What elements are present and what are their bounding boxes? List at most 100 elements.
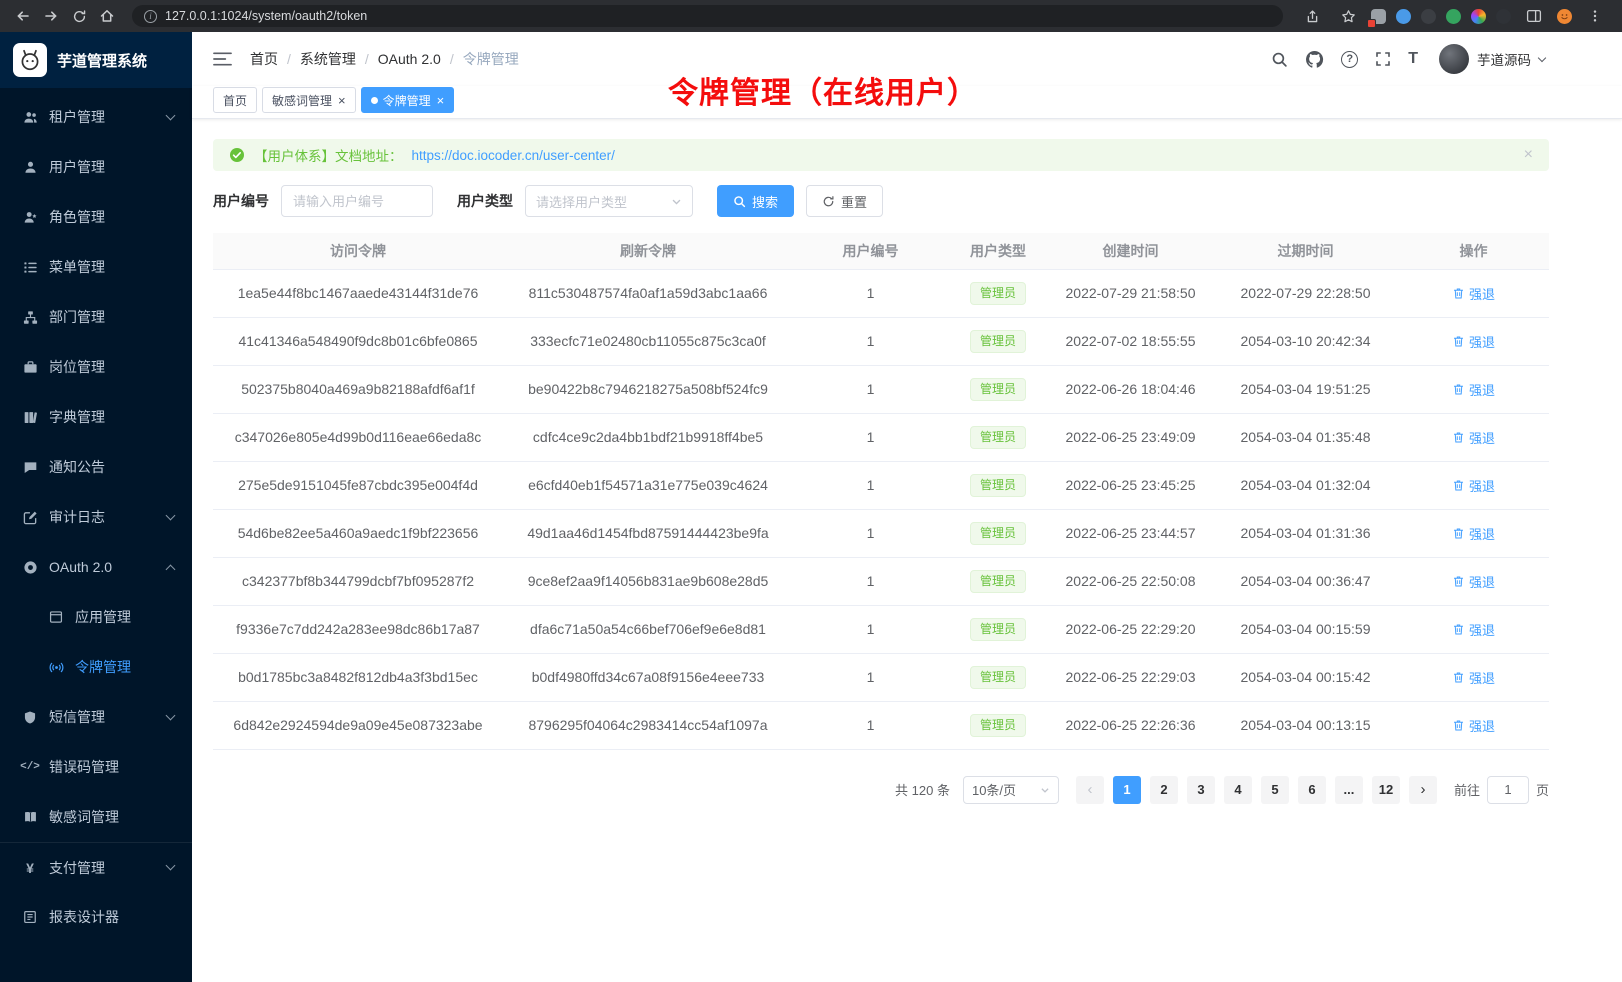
github-icon[interactable] (1305, 50, 1324, 69)
force-logout-button[interactable]: 强退 (1452, 620, 1495, 639)
force-logout-button[interactable]: 强退 (1452, 332, 1495, 351)
app-window-icon (48, 610, 64, 624)
col-expire-time: 过期时间 (1213, 233, 1398, 269)
extension-gray-icon[interactable] (1496, 9, 1511, 24)
force-logout-button[interactable]: 强退 (1452, 284, 1495, 303)
force-logout-label: 强退 (1469, 620, 1495, 639)
next-page-button[interactable]: › (1409, 776, 1437, 804)
table-header-row: 访问令牌 刷新令牌 用户编号 用户类型 创建时间 过期时间 操作 (213, 233, 1549, 269)
alert-close-icon[interactable]: × (1524, 147, 1533, 163)
tab-label: 首页 (223, 92, 247, 109)
tab-sensitive-word[interactable]: 敏感词管理 × (262, 87, 356, 113)
breadcrumb: 首页 / 系统管理 / OAuth 2.0 / 令牌管理 (250, 49, 519, 69)
sidebar-item-label: 支付管理 (49, 858, 156, 878)
force-logout-button[interactable]: 强退 (1452, 428, 1495, 447)
breadcrumb-home[interactable]: 首页 (250, 49, 278, 69)
user-id-input[interactable] (281, 185, 433, 217)
reset-button[interactable]: 重置 (806, 185, 883, 217)
profile-avatar-icon[interactable] (1557, 9, 1572, 24)
sidebar-item-notice[interactable]: 通知公告 (0, 442, 192, 492)
fullscreen-icon[interactable] (1375, 51, 1391, 67)
tab-home[interactable]: 首页 (213, 87, 257, 113)
goto-suffix: 页 (1536, 780, 1549, 799)
force-logout-label: 强退 (1469, 716, 1495, 735)
browser-forward-icon[interactable] (38, 3, 64, 29)
more-pages-button[interactable]: ... (1335, 776, 1363, 804)
sidebar-item-audit-log[interactable]: 审计日志 (0, 492, 192, 542)
bookmark-star-icon[interactable] (1335, 3, 1361, 29)
page-button[interactable]: 6 (1298, 776, 1326, 804)
force-logout-label: 强退 (1469, 668, 1495, 687)
prev-page-button[interactable]: ‹ (1076, 776, 1104, 804)
sidebar-item-oauth[interactable]: OAuth 2.0 (0, 542, 192, 592)
extension-green-icon[interactable] (1446, 9, 1461, 24)
browser-home-icon[interactable] (94, 3, 120, 29)
browser-refresh-icon[interactable] (66, 3, 92, 29)
force-logout-button[interactable]: 强退 (1452, 476, 1495, 495)
search-button[interactable]: 搜索 (717, 185, 794, 217)
font-size-icon[interactable]: T (1408, 50, 1418, 68)
sidebar-item-dict[interactable]: 字典管理 (0, 392, 192, 442)
page-button[interactable]: 1 (1113, 776, 1141, 804)
page-button[interactable]: 5 (1261, 776, 1289, 804)
page-content: 【用户体系】文档地址： https://doc.iocoder.cn/user-… (192, 119, 1622, 982)
extension-dark-icon[interactable] (1421, 9, 1436, 24)
user-type-badge: 管理员 (970, 714, 1026, 737)
force-logout-button[interactable]: 强退 (1452, 668, 1495, 687)
page-button[interactable]: 12 (1372, 776, 1400, 804)
sidebar-item-dept[interactable]: 部门管理 (0, 292, 192, 342)
breadcrumb-oauth[interactable]: OAuth 2.0 (378, 51, 441, 67)
extension-color-icon[interactable] (1471, 9, 1486, 24)
split-view-icon[interactable] (1521, 3, 1547, 29)
user-type-select[interactable]: 请选择用户类型 (525, 185, 693, 217)
page-button[interactable]: 3 (1187, 776, 1215, 804)
extension-puzzle-icon[interactable] (1371, 9, 1386, 24)
chevron-down-icon (166, 110, 176, 120)
sidebar-collapse-icon[interactable] (209, 47, 236, 71)
page-button[interactable]: 2 (1150, 776, 1178, 804)
tab-close-icon[interactable]: × (437, 94, 445, 107)
force-logout-button[interactable]: 强退 (1452, 524, 1495, 543)
address-bar[interactable]: i 127.0.0.1:1024/system/oauth2/token (132, 5, 1283, 27)
browser-back-icon[interactable] (10, 3, 36, 29)
page-size-select[interactable]: 10条/页 (963, 776, 1059, 804)
force-logout-button[interactable]: 强退 (1452, 572, 1495, 591)
broadcast-icon (48, 660, 64, 675)
sidebar-item-oauth-app[interactable]: 应用管理 (0, 592, 192, 642)
force-logout-button[interactable]: 强退 (1452, 716, 1495, 735)
user-menu[interactable]: 芋道源码 (1439, 44, 1545, 74)
sidebar-item-menu[interactable]: 菜单管理 (0, 242, 192, 292)
user-type-badge: 管理员 (970, 426, 1026, 449)
sidebar-item-tenant[interactable]: 租户管理 (0, 92, 192, 142)
search-icon[interactable] (1271, 51, 1288, 68)
cell-user-id: 1 (793, 653, 948, 701)
cell-user-id: 1 (793, 557, 948, 605)
sidebar-item-post[interactable]: 岗位管理 (0, 342, 192, 392)
breadcrumb-system[interactable]: 系统管理 (300, 49, 356, 69)
force-logout-label: 强退 (1469, 332, 1495, 351)
force-logout-button[interactable]: 强退 (1452, 380, 1495, 399)
sidebar-item-user[interactable]: 用户管理 (0, 142, 192, 192)
doc-link[interactable]: https://doc.iocoder.cn/user-center/ (412, 148, 615, 163)
sidebar-item-error-code[interactable]: </> 错误码管理 (0, 742, 192, 792)
sidebar-item-payment[interactable]: ¥ 支付管理 (0, 842, 192, 892)
sidebar-item-oauth-token[interactable]: 令牌管理 (0, 642, 192, 692)
extension-blue-icon[interactable] (1396, 9, 1411, 24)
app-logo-row[interactable]: 芋道管理系统 (0, 32, 192, 88)
site-info-icon[interactable]: i (144, 10, 157, 23)
browser-menu-icon[interactable] (1582, 3, 1608, 29)
cell-refresh-token: 333ecfc71e02480cb11055c875c3ca0f (503, 317, 793, 365)
sidebar-item-role[interactable]: 角色管理 (0, 192, 192, 242)
page-button[interactable]: 4 (1224, 776, 1252, 804)
role-icon (22, 210, 38, 225)
sidebar-item-sms[interactable]: 短信管理 (0, 692, 192, 742)
goto-page-input[interactable] (1487, 776, 1529, 804)
main-area: 首页 / 系统管理 / OAuth 2.0 / 令牌管理 ? T (192, 32, 1622, 982)
tab-token[interactable]: 令牌管理 × (361, 87, 455, 113)
share-icon[interactable] (1299, 3, 1325, 29)
app-window: 芋道管理系统 租户管理 用户管理 角色管理 菜单管理 部 (0, 32, 1622, 982)
sidebar-item-report-designer[interactable]: 报表设计器 (0, 892, 192, 942)
help-icon[interactable]: ? (1341, 51, 1358, 68)
sidebar-item-sensitive-word[interactable]: 敏感词管理 (0, 792, 192, 842)
tab-close-icon[interactable]: × (338, 94, 346, 107)
